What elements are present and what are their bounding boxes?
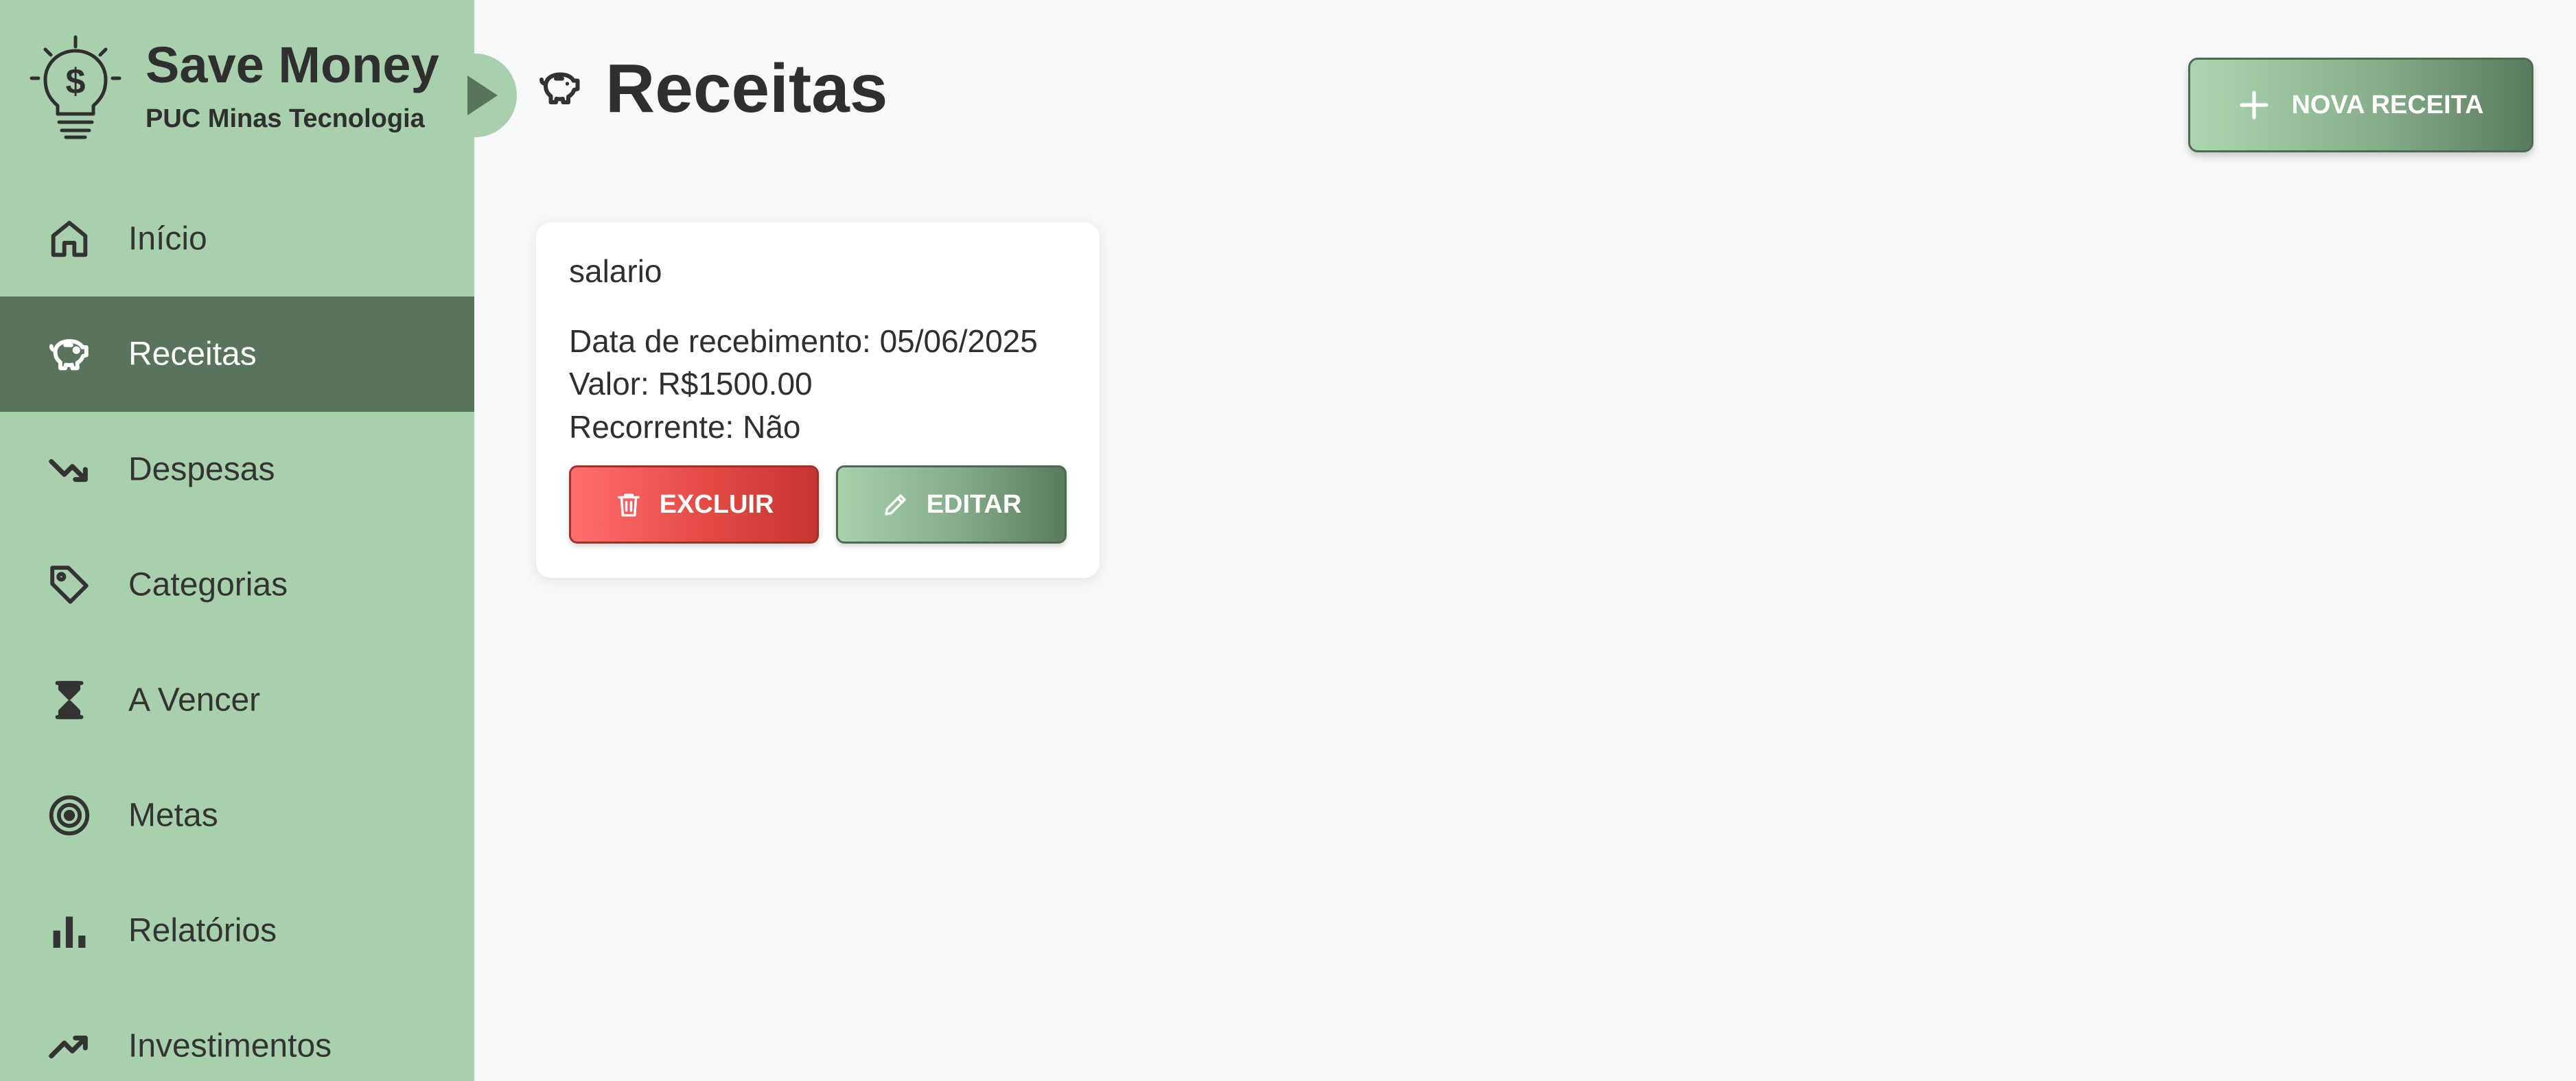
app-title: Save Money (146, 36, 439, 93)
trending-down-icon (45, 445, 93, 493)
piggy-bank-icon (45, 330, 93, 378)
hourglass-icon (45, 676, 93, 724)
sidebar-item-label: Categorias (128, 566, 288, 603)
sidebar: $ Save Money PUC Minas Tecnologia Início (0, 0, 474, 1081)
sidebar-item-label: Relatórios (128, 912, 277, 949)
sidebar-item-label: A Vencer (128, 682, 261, 719)
brand: $ Save Money PUC Minas Tecnologia (0, 0, 474, 158)
tag-icon (45, 561, 93, 609)
delete-label: EXCLUIR (659, 489, 774, 519)
play-arrow-icon (467, 75, 498, 115)
app-subtitle: PUC Minas Tecnologia (146, 104, 425, 133)
sidebar-item-label: Metas (128, 797, 218, 834)
edit-button[interactable]: EDITAR (836, 465, 1067, 544)
edit-label: EDITAR (926, 489, 1022, 519)
sidebar-item-metas[interactable]: Metas (0, 758, 474, 873)
sidebar-toggle-button[interactable] (454, 54, 517, 137)
new-receita-button[interactable]: NOVA RECEITA (2188, 58, 2533, 152)
sidebar-item-a-vencer[interactable]: A Vencer (0, 642, 474, 758)
receita-recurring: Recorrente: Não (569, 409, 801, 445)
delete-button[interactable]: EXCLUIR (569, 465, 819, 544)
trash-icon (617, 493, 640, 517)
sidebar-item-categorias[interactable]: Categorias (0, 527, 474, 642)
receita-name: salario (569, 253, 662, 289)
app-root: $ Save Money PUC Minas Tecnologia Início (0, 0, 2576, 1081)
sidebar-item-inicio[interactable]: Início (0, 181, 474, 297)
sidebar-item-receitas[interactable]: Receitas (0, 297, 474, 412)
home-icon (45, 215, 93, 263)
svg-text:$: $ (66, 62, 86, 102)
target-icon (45, 791, 93, 839)
sidebar-item-investimentos[interactable]: Investimentos (0, 988, 474, 1081)
sidebar-item-label: Despesas (128, 451, 275, 488)
sidebar-item-relatorios[interactable]: Relatórios (0, 873, 474, 988)
sidebar-item-label: Início (128, 220, 207, 257)
sidebar-item-label: Investimentos (128, 1027, 332, 1065)
receita-card: salario Data de recebimento: 05/06/2025 … (536, 222, 1100, 578)
page-title: Receitas (605, 50, 888, 127)
new-receita-label: NOVA RECEITA (2291, 90, 2484, 119)
piggy-bank-icon (535, 63, 585, 113)
sidebar-nav: Início Receitas Despesas Categorias A Ve… (0, 181, 474, 1081)
lightbulb-dollar-icon: $ (27, 34, 124, 144)
receita-date: Data de recebimento: 05/06/2025 (569, 323, 1038, 359)
trending-up-icon (45, 1022, 93, 1070)
bar-chart-icon (45, 907, 93, 955)
pencil-icon (884, 494, 906, 515)
sidebar-item-despesas[interactable]: Despesas (0, 412, 474, 527)
plus-icon (2240, 91, 2269, 119)
receita-value: Valor: R$1500.00 (569, 366, 813, 402)
sidebar-item-label: Receitas (128, 336, 257, 373)
